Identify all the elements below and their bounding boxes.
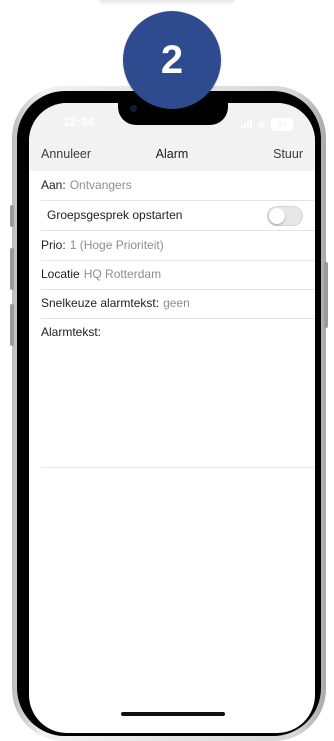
- location-label: Locatie: [41, 267, 80, 281]
- location-row[interactable]: Locatie HQ Rotterdam: [41, 260, 315, 290]
- navigation-bar: Annuleer Alarm Stuur: [29, 139, 315, 171]
- toggle-knob: [269, 208, 285, 224]
- home-indicator[interactable]: [121, 712, 225, 716]
- side-button-mute: [10, 205, 14, 227]
- recipients-row[interactable]: Aan: Ontvangers: [41, 171, 315, 201]
- group-chat-label: Groepsgesprek opstarten: [47, 208, 183, 222]
- recipients-label: Aan:: [41, 178, 66, 192]
- battery-icon: 83: [271, 117, 293, 131]
- priority-value[interactable]: 1 (Hoge Prioriteit): [70, 238, 164, 252]
- recipients-field[interactable]: Ontvangers: [70, 178, 132, 192]
- quick-text-label: Snelkeuze alarmtekst:: [41, 296, 160, 310]
- step-number-badge: 2: [123, 11, 221, 109]
- signal-icon: [240, 115, 253, 133]
- priority-row[interactable]: Prio: 1 (Hoge Prioriteit): [41, 231, 315, 261]
- side-button-volume-up: [10, 248, 14, 290]
- side-button-volume-down: [10, 304, 14, 346]
- quick-text-row[interactable]: Snelkeuze alarmtekst: geen: [41, 289, 315, 319]
- side-button-power: [324, 262, 328, 328]
- priority-label: Prio:: [41, 238, 66, 252]
- group-chat-row: Groepsgesprek opstarten: [41, 201, 315, 231]
- location-value[interactable]: HQ Rotterdam: [84, 267, 161, 281]
- camera-icon: [130, 105, 137, 112]
- group-chat-toggle[interactable]: [267, 206, 303, 226]
- wifi-icon: ◈: [257, 118, 266, 131]
- send-button[interactable]: Stuur: [273, 147, 303, 161]
- quick-text-value[interactable]: geen: [163, 296, 190, 310]
- alarm-text-input[interactable]: [41, 319, 315, 468]
- phone-screen: 12:34 ◈ 83 Annuleer Alarm Stuur Aan: Ontv…: [29, 103, 315, 733]
- page-title: Alarm: [155, 147, 189, 161]
- top-edge-strip: [100, 0, 234, 6]
- status-icons: ◈ 83: [240, 115, 293, 133]
- status-time: 12:34: [63, 115, 94, 129]
